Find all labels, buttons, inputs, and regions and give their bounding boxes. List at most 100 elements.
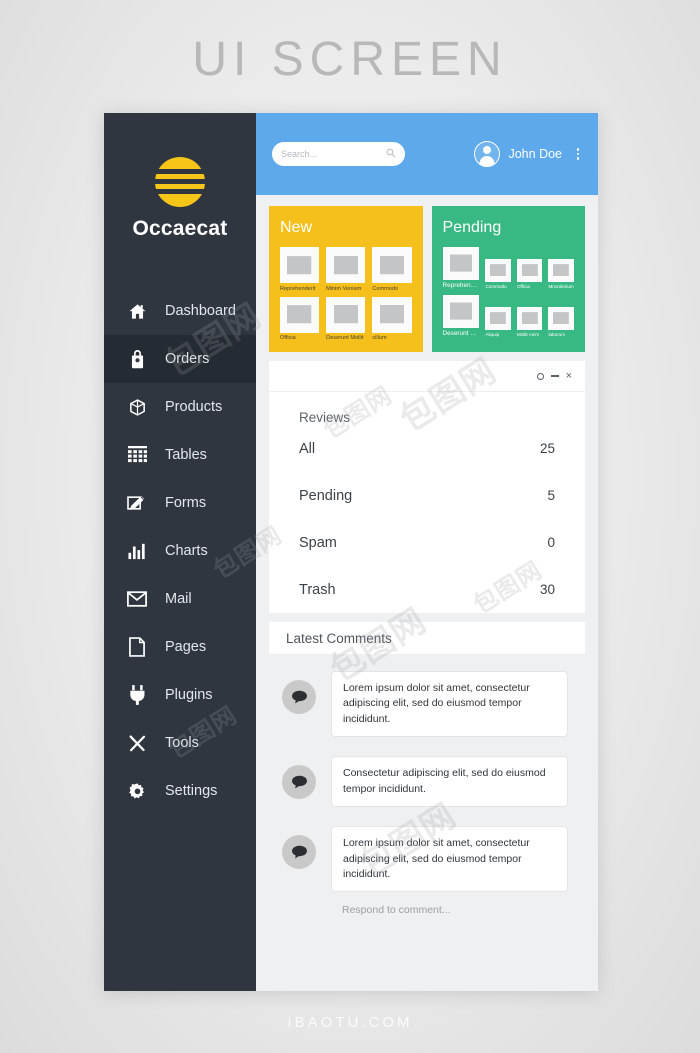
thumb-item[interactable]: Reprehenderit (442, 247, 480, 290)
review-row-pending[interactable]: Pending 5 (269, 472, 585, 519)
bar-chart-icon (126, 540, 148, 562)
content: New Reprehenderit Minim Veniam Commodo O… (256, 195, 598, 991)
comment-bubble-icon (282, 835, 316, 870)
reviews-heading: Reviews (299, 410, 351, 426)
thumb-item[interactable]: Minim Veniam (326, 247, 366, 292)
image-placeholder-icon (548, 258, 574, 282)
thumb-label: Officia (516, 284, 530, 290)
comment-text: Lorem ipsum dolor sit amet, consectetur … (331, 826, 568, 893)
search-input[interactable] (281, 149, 386, 159)
thumb-item[interactable]: Officia (280, 296, 320, 342)
thumb-label: laborum (548, 332, 566, 338)
card-pending-thumbs: Reprehenderit Commodo Officia Mnonitoriu… (442, 247, 574, 338)
thumb-label: Reprehenderit (280, 285, 316, 292)
thumb-item[interactable]: Commodo (485, 258, 511, 289)
sidebar-item-label: Forms (165, 495, 207, 511)
respond-to-comment-input[interactable]: Respond to comment... (282, 904, 568, 916)
image-placeholder-icon (485, 258, 511, 282)
card-pending-title: Pending (442, 219, 502, 236)
sidebar-item-tools[interactable]: Tools (104, 719, 256, 767)
thumb-item[interactable]: Commodo (372, 247, 412, 292)
review-label: Pending (299, 487, 353, 504)
close-icon[interactable]: × (566, 370, 572, 382)
thumb-item[interactable]: laborum (548, 306, 574, 338)
thumb-label: Deserunt Mollit (442, 330, 480, 338)
restore-icon[interactable] (536, 372, 544, 380)
form-pencil-icon (126, 492, 148, 514)
thumb-item[interactable]: Officia (516, 258, 543, 290)
image-placeholder-icon (372, 296, 412, 333)
thumb-label: Reprehenderit (442, 282, 480, 290)
sidebar-item-mail[interactable]: Mail (104, 575, 256, 623)
thumb-label: Minim Veniam (326, 285, 362, 292)
minimize-icon[interactable] (550, 375, 559, 377)
comment-item: Lorem ipsum dolor sit amet, consectetur … (282, 826, 568, 893)
review-label: Spam (299, 534, 337, 551)
envelope-icon (126, 588, 148, 610)
thumb-item[interactable]: Mollit Anim (516, 306, 543, 338)
sidebar-item-label: Mail (165, 591, 192, 607)
sidebar-nav: Dashboard Orders Products Tables Forms C… (104, 287, 256, 815)
brand: Occaecat (104, 113, 256, 241)
comment-text: Lorem ipsum dolor sit amet, consectetur … (331, 671, 568, 738)
sidebar-item-forms[interactable]: Forms (104, 479, 256, 527)
kebab-menu-icon[interactable] (572, 148, 584, 160)
device-mockup: Occaecat Dashboard Orders Products Table… (104, 113, 598, 991)
panel-window-controls: × (269, 361, 585, 393)
sidebar-item-tables[interactable]: Tables (104, 431, 256, 479)
review-value: 0 (547, 535, 555, 551)
sidebar-item-label: Pages (165, 639, 207, 655)
sidebar-item-orders[interactable]: Orders (104, 335, 256, 383)
tag-icon (126, 348, 148, 370)
wrench-screwdriver-icon (126, 732, 148, 754)
review-label: Trash (299, 581, 336, 598)
sidebar-item-label: Products (165, 399, 223, 415)
image-placeholder-icon (280, 247, 320, 284)
thumb-label: Deserunt Mollit (326, 335, 364, 342)
sidebar-item-dashboard[interactable]: Dashboard (104, 287, 256, 335)
review-row-trash[interactable]: Trash 30 (269, 566, 585, 613)
main-area: John Doe New Reprehenderit (256, 113, 598, 991)
review-row-spam[interactable]: Spam 0 (269, 519, 585, 566)
sidebar-item-pages[interactable]: Pages (104, 623, 256, 671)
sidebar-item-plugins[interactable]: Plugins (104, 671, 256, 719)
image-placeholder-icon (326, 247, 366, 284)
status-cards-row: New Reprehenderit Minim Veniam Commodo O… (269, 206, 585, 353)
thumb-item[interactable]: Deserunt Mollit (442, 295, 480, 338)
comment-item: Lorem ipsum dolor sit amet, consectetur … (282, 671, 568, 738)
review-label: All (299, 440, 316, 457)
card-pending: Pending Reprehenderit Commodo Officia Mn… (431, 206, 585, 353)
sidebar-item-label: Plugins (165, 687, 213, 703)
thumb-label: Mollit Anim (516, 332, 540, 338)
reviews-panel: × Reviews All 25 Pending 5 Spam 0 Trash (269, 361, 585, 614)
sidebar-item-products[interactable]: Products (104, 383, 256, 431)
search-icon[interactable] (386, 145, 396, 163)
latest-comments-title: Latest Comments (269, 622, 585, 655)
topbar-right: John Doe (474, 141, 584, 167)
user-name[interactable]: John Doe (508, 147, 562, 161)
image-placeholder-icon (548, 306, 574, 330)
box-icon (126, 396, 148, 418)
sidebar-item-settings[interactable]: Settings (104, 767, 256, 815)
thumb-label: Commodo (372, 285, 399, 292)
card-new-thumbs: Reprehenderit Minim Veniam Commodo Offic… (280, 247, 412, 341)
user-avatar-icon[interactable] (474, 141, 501, 167)
sidebar-item-label: Tables (165, 447, 207, 463)
image-placeholder-icon (485, 306, 511, 330)
thumb-item[interactable]: Mnonitorium (548, 258, 574, 289)
sidebar-item-label: Tools (165, 735, 199, 751)
image-placeholder-icon (516, 306, 543, 330)
thumb-item[interactable]: Aliquip (485, 306, 511, 337)
sidebar-item-charts[interactable]: Charts (104, 527, 256, 575)
thumb-item[interactable]: cillum (372, 296, 412, 341)
thumb-item[interactable]: Deserunt Mollit (326, 296, 366, 342)
image-placeholder-icon (442, 295, 480, 328)
gear-icon (126, 780, 148, 802)
image-placeholder-icon (372, 247, 412, 284)
search-box[interactable] (272, 142, 405, 166)
thumb-item[interactable]: Reprehenderit (280, 247, 320, 292)
thumb-label: Officia (280, 335, 296, 342)
card-new-title: New (280, 219, 313, 236)
review-row-all[interactable]: All 25 (269, 425, 585, 472)
sidebar-item-label: Settings (165, 783, 218, 799)
